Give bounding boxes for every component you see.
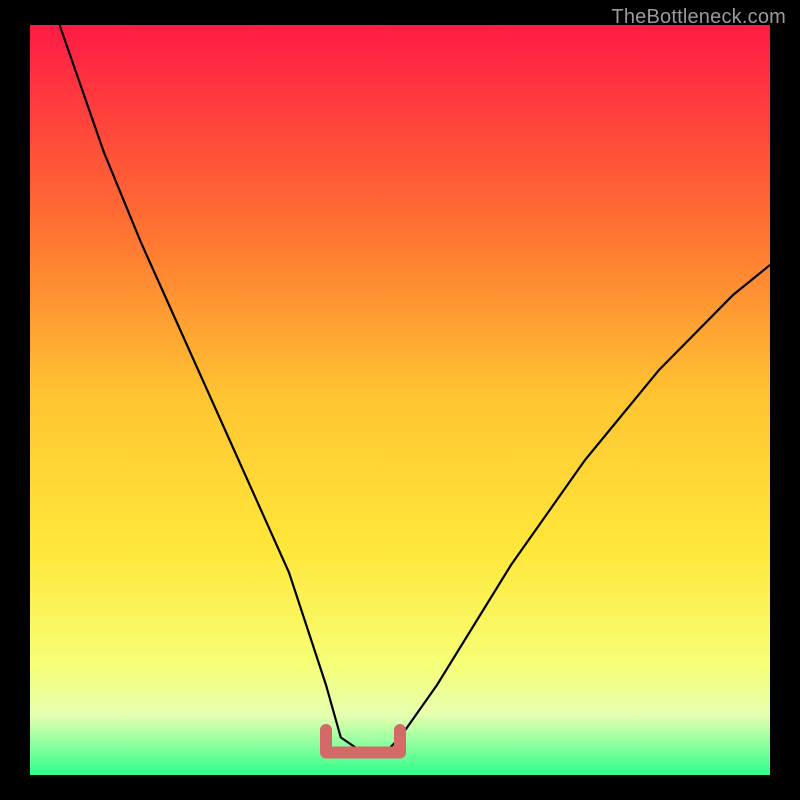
chart-frame: TheBottleneck.com (0, 0, 800, 800)
curve-layer (30, 25, 770, 775)
plot-area (30, 25, 770, 775)
bottleneck-curve (60, 25, 770, 753)
optimal-range-marker (326, 730, 400, 753)
watermark-label: TheBottleneck.com (611, 6, 786, 29)
